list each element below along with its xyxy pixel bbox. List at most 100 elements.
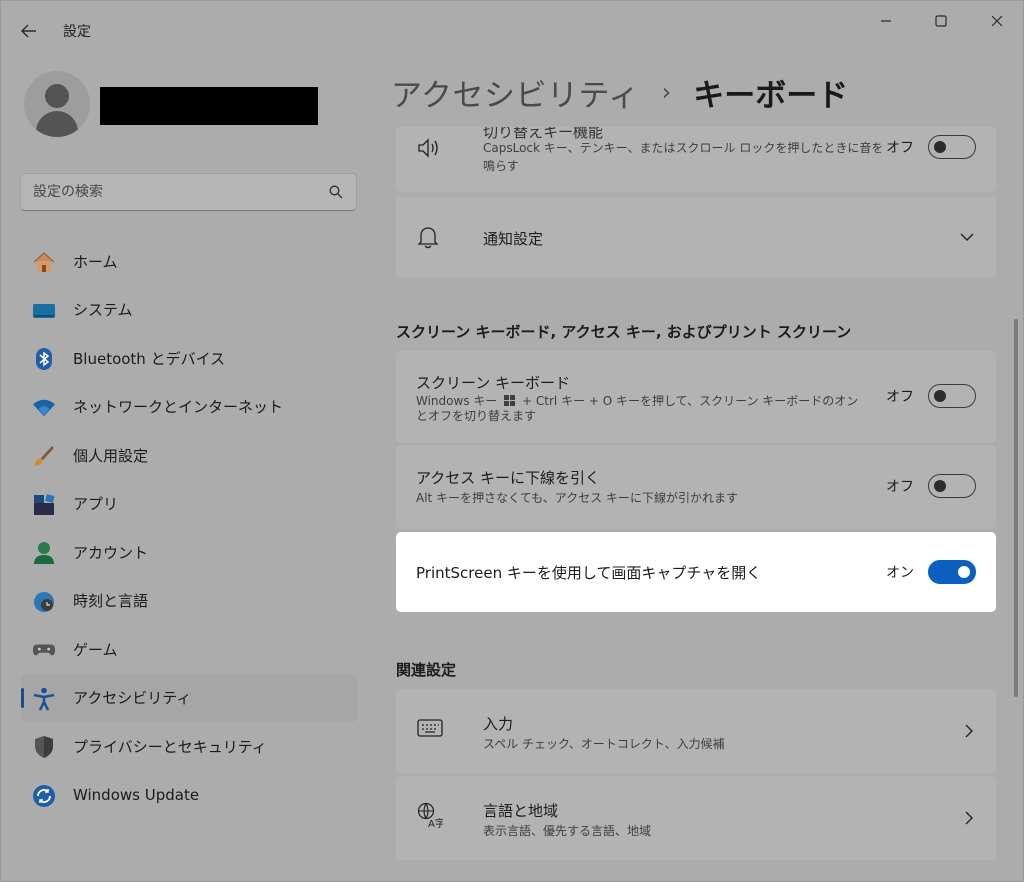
- sidebar-item-label: アカウント: [73, 543, 149, 562]
- maximize-icon: [935, 15, 947, 27]
- sidebar-item-label: 個人用設定: [73, 446, 149, 465]
- chevron-right-icon: [965, 811, 973, 825]
- sidebar-item-label: ゲーム: [73, 640, 118, 659]
- chevron-down-icon: [960, 233, 974, 241]
- apps-icon: [32, 493, 56, 517]
- language-icon: A字: [417, 802, 443, 828]
- content-scrollbar[interactable]: [1014, 319, 1018, 697]
- minimize-button[interactable]: [863, 7, 909, 35]
- keyboard-icon: [417, 719, 443, 737]
- toggle-state-label: オン: [886, 565, 914, 581]
- section-title-related: 関連設定: [396, 661, 457, 679]
- close-icon: [991, 15, 1003, 27]
- accessibility-icon: [32, 687, 56, 711]
- active-indicator: [21, 687, 24, 708]
- sidebar-item-apps[interactable]: アプリ: [21, 480, 357, 529]
- sidebar-item-label: システム: [73, 301, 133, 320]
- bluetooth-icon: [32, 347, 56, 371]
- sidebar-item-label: アクセシビリティ: [73, 689, 192, 708]
- toggle-state-label: オフ: [886, 389, 914, 405]
- printscreen-title: PrintScreen キーを使用して画面キャプチャを開く: [416, 564, 762, 582]
- toggle-keys-desc: CapsLock キー、テンキー、またはスクロール ロックを押したときに音を鳴ら…: [483, 141, 884, 173]
- sidebar-item-label: 時刻と言語: [73, 592, 149, 611]
- toggle-keys-switch-row: オフ: [886, 135, 976, 159]
- search-input[interactable]: [33, 180, 313, 204]
- onscreen-keyboard-switch-row: オフ: [886, 384, 976, 408]
- card-printscreen: PrintScreen キーを使用して画面キャプチャを開く オン: [396, 532, 996, 612]
- maximize-button[interactable]: [918, 7, 964, 35]
- avatar-head: [45, 84, 69, 108]
- speaker-icon: [418, 138, 438, 158]
- printscreen-switch-row: オン: [886, 560, 976, 584]
- sidebar-item-bluetooth[interactable]: Bluetooth とデバイス: [21, 334, 357, 383]
- home-icon: [32, 250, 56, 274]
- sidebar-item-personalization[interactable]: 個人用設定: [21, 431, 357, 480]
- title-bar: 設定: [1, 1, 1024, 61]
- sidebar-item-label: プライバシーとセキュリティ: [73, 737, 267, 756]
- toggle-knob: [934, 141, 946, 153]
- card-notification-settings[interactable]: 通知設定: [396, 197, 996, 278]
- sidebar-item-gaming[interactable]: ゲーム: [21, 625, 357, 674]
- search-icon[interactable]: [329, 185, 343, 199]
- onscreen-keyboard-title: スクリーン キーボード: [416, 374, 571, 392]
- shield-icon: [32, 735, 56, 759]
- windows-logo-icon: [504, 395, 516, 406]
- wifi-icon: [32, 396, 56, 420]
- avatar[interactable]: [24, 71, 90, 137]
- toggle-knob: [934, 390, 946, 402]
- brush-icon: [32, 444, 56, 468]
- minimize-icon: [881, 20, 891, 22]
- sidebar-item-privacy[interactable]: プライバシーとセキュリティ: [21, 722, 357, 771]
- sidebar-item-accounts[interactable]: アカウント: [21, 528, 357, 577]
- settings-window: 設定 ホーム: [0, 0, 1024, 882]
- app-title: 設定: [63, 24, 91, 40]
- access-keys-desc: Alt キーを押さなくても、アクセス キーに下線が引かれます: [416, 491, 738, 505]
- language-region-desc: 表示言語、優先する言語、地域: [483, 824, 652, 838]
- onscreen-keyboard-desc: Windows キー + Ctrl キー + O キーを押して、スクリーン キー…: [416, 394, 866, 424]
- avatar-shoulders: [36, 111, 78, 137]
- breadcrumb: アクセシビリティ › キーボード: [391, 67, 848, 117]
- section-title-screen-keyboard: スクリーン キーボード, アクセス キー, およびプリント スクリーン: [396, 323, 852, 341]
- sidebar-item-time-language[interactable]: 時刻と言語: [21, 577, 357, 626]
- page-title: キーボード: [693, 77, 849, 114]
- toggle-state-label: オフ: [886, 479, 914, 495]
- sidebar-nav: ホーム システム Bluetooth とデバイス ネットワークとインターネット …: [21, 237, 357, 819]
- toggle-knob: [934, 480, 946, 492]
- access-keys-switch-row: オフ: [886, 474, 976, 498]
- chevron-right-icon: [965, 724, 973, 738]
- search-box[interactable]: [20, 173, 357, 211]
- onscreen-keyboard-switch[interactable]: [928, 384, 976, 408]
- sidebar-item-accessibility[interactable]: アクセシビリティ: [21, 673, 357, 722]
- toggle-state-label: オフ: [886, 140, 914, 156]
- account-icon: [32, 541, 56, 565]
- sidebar-item-system[interactable]: システム: [21, 286, 357, 335]
- typing-desc: スペル チェック、オートコレクト、入力候補: [483, 737, 725, 751]
- card-language-region[interactable]: A字 言語と地域 表示言語、優先する言語、地域: [396, 776, 996, 860]
- breadcrumb-separator: ›: [661, 78, 672, 106]
- card-onscreen-keyboard: スクリーン キーボード Windows キー + Ctrl キー + O キーを…: [396, 351, 996, 443]
- globe-clock-icon: [32, 590, 56, 614]
- printscreen-switch[interactable]: [928, 560, 976, 584]
- sidebar-item-home[interactable]: ホーム: [21, 237, 357, 286]
- breadcrumb-parent[interactable]: アクセシビリティ: [391, 70, 640, 115]
- onscreen-keyboard-desc-part1: Windows キー: [416, 394, 498, 408]
- access-keys-switch[interactable]: [928, 474, 976, 498]
- toggle-knob: [958, 566, 970, 578]
- sidebar-item-windows-update[interactable]: Windows Update: [21, 771, 357, 820]
- card-typing[interactable]: 入力 スペル チェック、オートコレクト、入力候補: [396, 689, 996, 773]
- card-toggle-keys: 切り替えキー機能 CapsLock キー、テンキー、またはスクロール ロックを押…: [396, 127, 996, 192]
- access-keys-title: アクセス キーに下線を引く: [416, 469, 601, 487]
- sidebar-item-label: Windows Update: [73, 785, 200, 804]
- back-arrow-icon: [21, 24, 36, 38]
- back-button[interactable]: [15, 19, 43, 43]
- sidebar-item-network[interactable]: ネットワークとインターネット: [21, 383, 357, 432]
- typing-title: 入力: [483, 715, 514, 733]
- bell-icon: [417, 227, 439, 249]
- redacted-username: [100, 87, 318, 125]
- toggle-keys-switch[interactable]: [928, 135, 976, 159]
- sidebar-item-label: ホーム: [73, 252, 118, 271]
- notification-settings-title: 通知設定: [483, 230, 544, 248]
- close-button[interactable]: [974, 7, 1020, 35]
- gamepad-icon: [32, 638, 56, 662]
- sidebar-item-label: ネットワークとインターネット: [73, 398, 284, 417]
